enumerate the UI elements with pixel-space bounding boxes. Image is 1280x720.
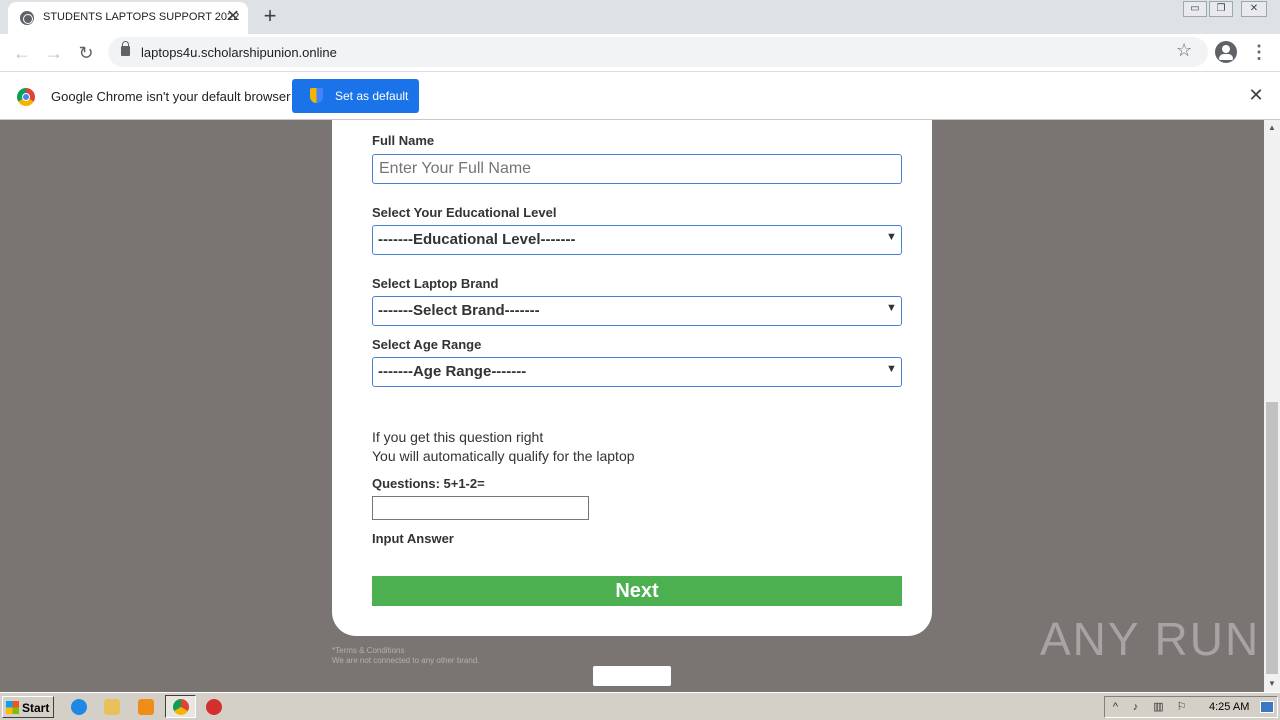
terms-footer: *Terms & Conditions We are not connected… bbox=[332, 646, 480, 666]
browser-tab[interactable]: STUDENTS LAPTOPS SUPPORT 2022 ✕ bbox=[8, 2, 248, 34]
full-name-placeholder: Enter Your Full Name bbox=[379, 160, 532, 177]
browser-toolbar: ← → ↻ laptops4u.scholarshipunion.online … bbox=[0, 34, 1280, 71]
tray-expand-icon[interactable]: ^ bbox=[1109, 701, 1122, 714]
default-browser-infobar: Google Chrome isn't your default browser… bbox=[0, 71, 1280, 120]
laptop-brand-value: -------Select Brand------- bbox=[378, 302, 540, 319]
qualify-note-line1: If you get this question right bbox=[372, 429, 544, 445]
age-range-value: -------Age Range------- bbox=[378, 363, 527, 380]
lock-icon[interactable] bbox=[121, 41, 130, 56]
scroll-thumb[interactable] bbox=[1266, 402, 1278, 674]
terms-link[interactable]: *Terms & Conditions bbox=[332, 646, 480, 656]
new-tab-button[interactable]: + bbox=[258, 5, 282, 29]
forward-button[interactable]: → bbox=[41, 40, 67, 66]
network-icon[interactable]: ▥ bbox=[1152, 701, 1165, 714]
folder-icon[interactable] bbox=[104, 699, 120, 715]
flag-icon[interactable]: ⚐ bbox=[1175, 701, 1188, 714]
windows-logo-icon bbox=[6, 701, 19, 714]
bottom-white-box bbox=[593, 666, 671, 686]
set-as-default-button[interactable]: Set as default bbox=[292, 79, 419, 113]
full-name-label: Full Name bbox=[372, 133, 435, 148]
infobar-message: Google Chrome isn't your default browser bbox=[51, 89, 291, 104]
anyrun-watermark: ANY RUN bbox=[1040, 613, 1261, 665]
media-player-icon[interactable] bbox=[138, 699, 154, 715]
scroll-up-icon[interactable]: ▲ bbox=[1264, 120, 1280, 136]
disclaimer-text: We are not connected to any other brand. bbox=[332, 656, 480, 665]
system-tray: ^ ♪ ▥ ⚐ 4:25 AM bbox=[1104, 696, 1278, 718]
set-as-default-label: Set as default bbox=[335, 89, 409, 103]
minimize-button[interactable]: ▭ bbox=[1183, 1, 1207, 17]
infobar-close-icon[interactable]: ✕ bbox=[1247, 86, 1265, 104]
chrome-taskbar-button[interactable] bbox=[165, 695, 196, 718]
internet-explorer-icon[interactable] bbox=[71, 699, 87, 715]
chrome-menu-icon[interactable]: ⋮ bbox=[1250, 42, 1268, 62]
reload-button[interactable]: ↻ bbox=[73, 40, 99, 66]
volume-icon[interactable]: ♪ bbox=[1129, 701, 1142, 714]
qualify-note-line2: You will automatically qualify for the l… bbox=[372, 448, 635, 464]
star-icon[interactable]: ☆ bbox=[1176, 40, 1192, 61]
tab-title: STUDENTS LAPTOPS SUPPORT 2022 bbox=[43, 11, 240, 23]
windows-taskbar: Start ^ ♪ ▥ ⚐ 4:25 AM bbox=[0, 692, 1280, 720]
age-range-select[interactable]: -------Age Range------- ▼ bbox=[372, 357, 902, 387]
profile-icon[interactable] bbox=[1215, 41, 1237, 63]
educational-level-select[interactable]: -------Educational Level------- ▼ bbox=[372, 225, 902, 255]
window-close-button[interactable]: ✕ bbox=[1241, 1, 1267, 17]
back-button[interactable]: ← bbox=[9, 40, 35, 66]
url-text[interactable]: laptops4u.scholarshipunion.online bbox=[141, 45, 337, 60]
next-button[interactable]: Next bbox=[372, 576, 902, 606]
chevron-down-icon: ▼ bbox=[886, 302, 897, 314]
start-label: Start bbox=[22, 701, 50, 715]
shield-icon bbox=[310, 88, 323, 103]
scroll-down-icon[interactable]: ▼ bbox=[1264, 676, 1280, 692]
educational-level-value: -------Educational Level------- bbox=[378, 231, 576, 248]
restore-button[interactable]: ❐ bbox=[1209, 1, 1233, 17]
address-bar[interactable]: laptops4u.scholarshipunion.online ☆ bbox=[108, 37, 1208, 67]
tab-close-icon[interactable]: ✕ bbox=[224, 8, 242, 26]
clock[interactable]: 4:25 AM bbox=[1209, 701, 1249, 713]
answer-caption: Input Answer bbox=[372, 531, 454, 546]
chrome-logo-icon bbox=[17, 88, 35, 106]
form-card: Full Name Enter Your Full Name Select Yo… bbox=[332, 120, 932, 636]
globe-icon bbox=[20, 11, 34, 25]
laptop-brand-select[interactable]: -------Select Brand------- ▼ bbox=[372, 296, 902, 326]
start-button[interactable]: Start bbox=[2, 696, 54, 718]
answer-input[interactable] bbox=[372, 496, 589, 520]
educational-level-label: Select Your Educational Level bbox=[372, 205, 557, 220]
chrome-icon bbox=[173, 699, 189, 715]
laptop-brand-label: Select Laptop Brand bbox=[372, 276, 499, 291]
chevron-down-icon: ▼ bbox=[886, 363, 897, 375]
age-range-label: Select Age Range bbox=[372, 337, 482, 352]
tab-strip: STUDENTS LAPTOPS SUPPORT 2022 ✕ + ▭ ❐ ✕ bbox=[0, 0, 1280, 34]
show-desktop-icon[interactable] bbox=[1260, 701, 1274, 713]
question-label: Questions: 5+1-2= bbox=[372, 476, 485, 491]
stop-icon[interactable] bbox=[206, 699, 222, 715]
full-name-input[interactable]: Enter Your Full Name bbox=[372, 154, 902, 184]
page-scrollbar[interactable]: ▲ ▼ bbox=[1264, 120, 1280, 692]
chevron-down-icon: ▼ bbox=[886, 231, 897, 243]
